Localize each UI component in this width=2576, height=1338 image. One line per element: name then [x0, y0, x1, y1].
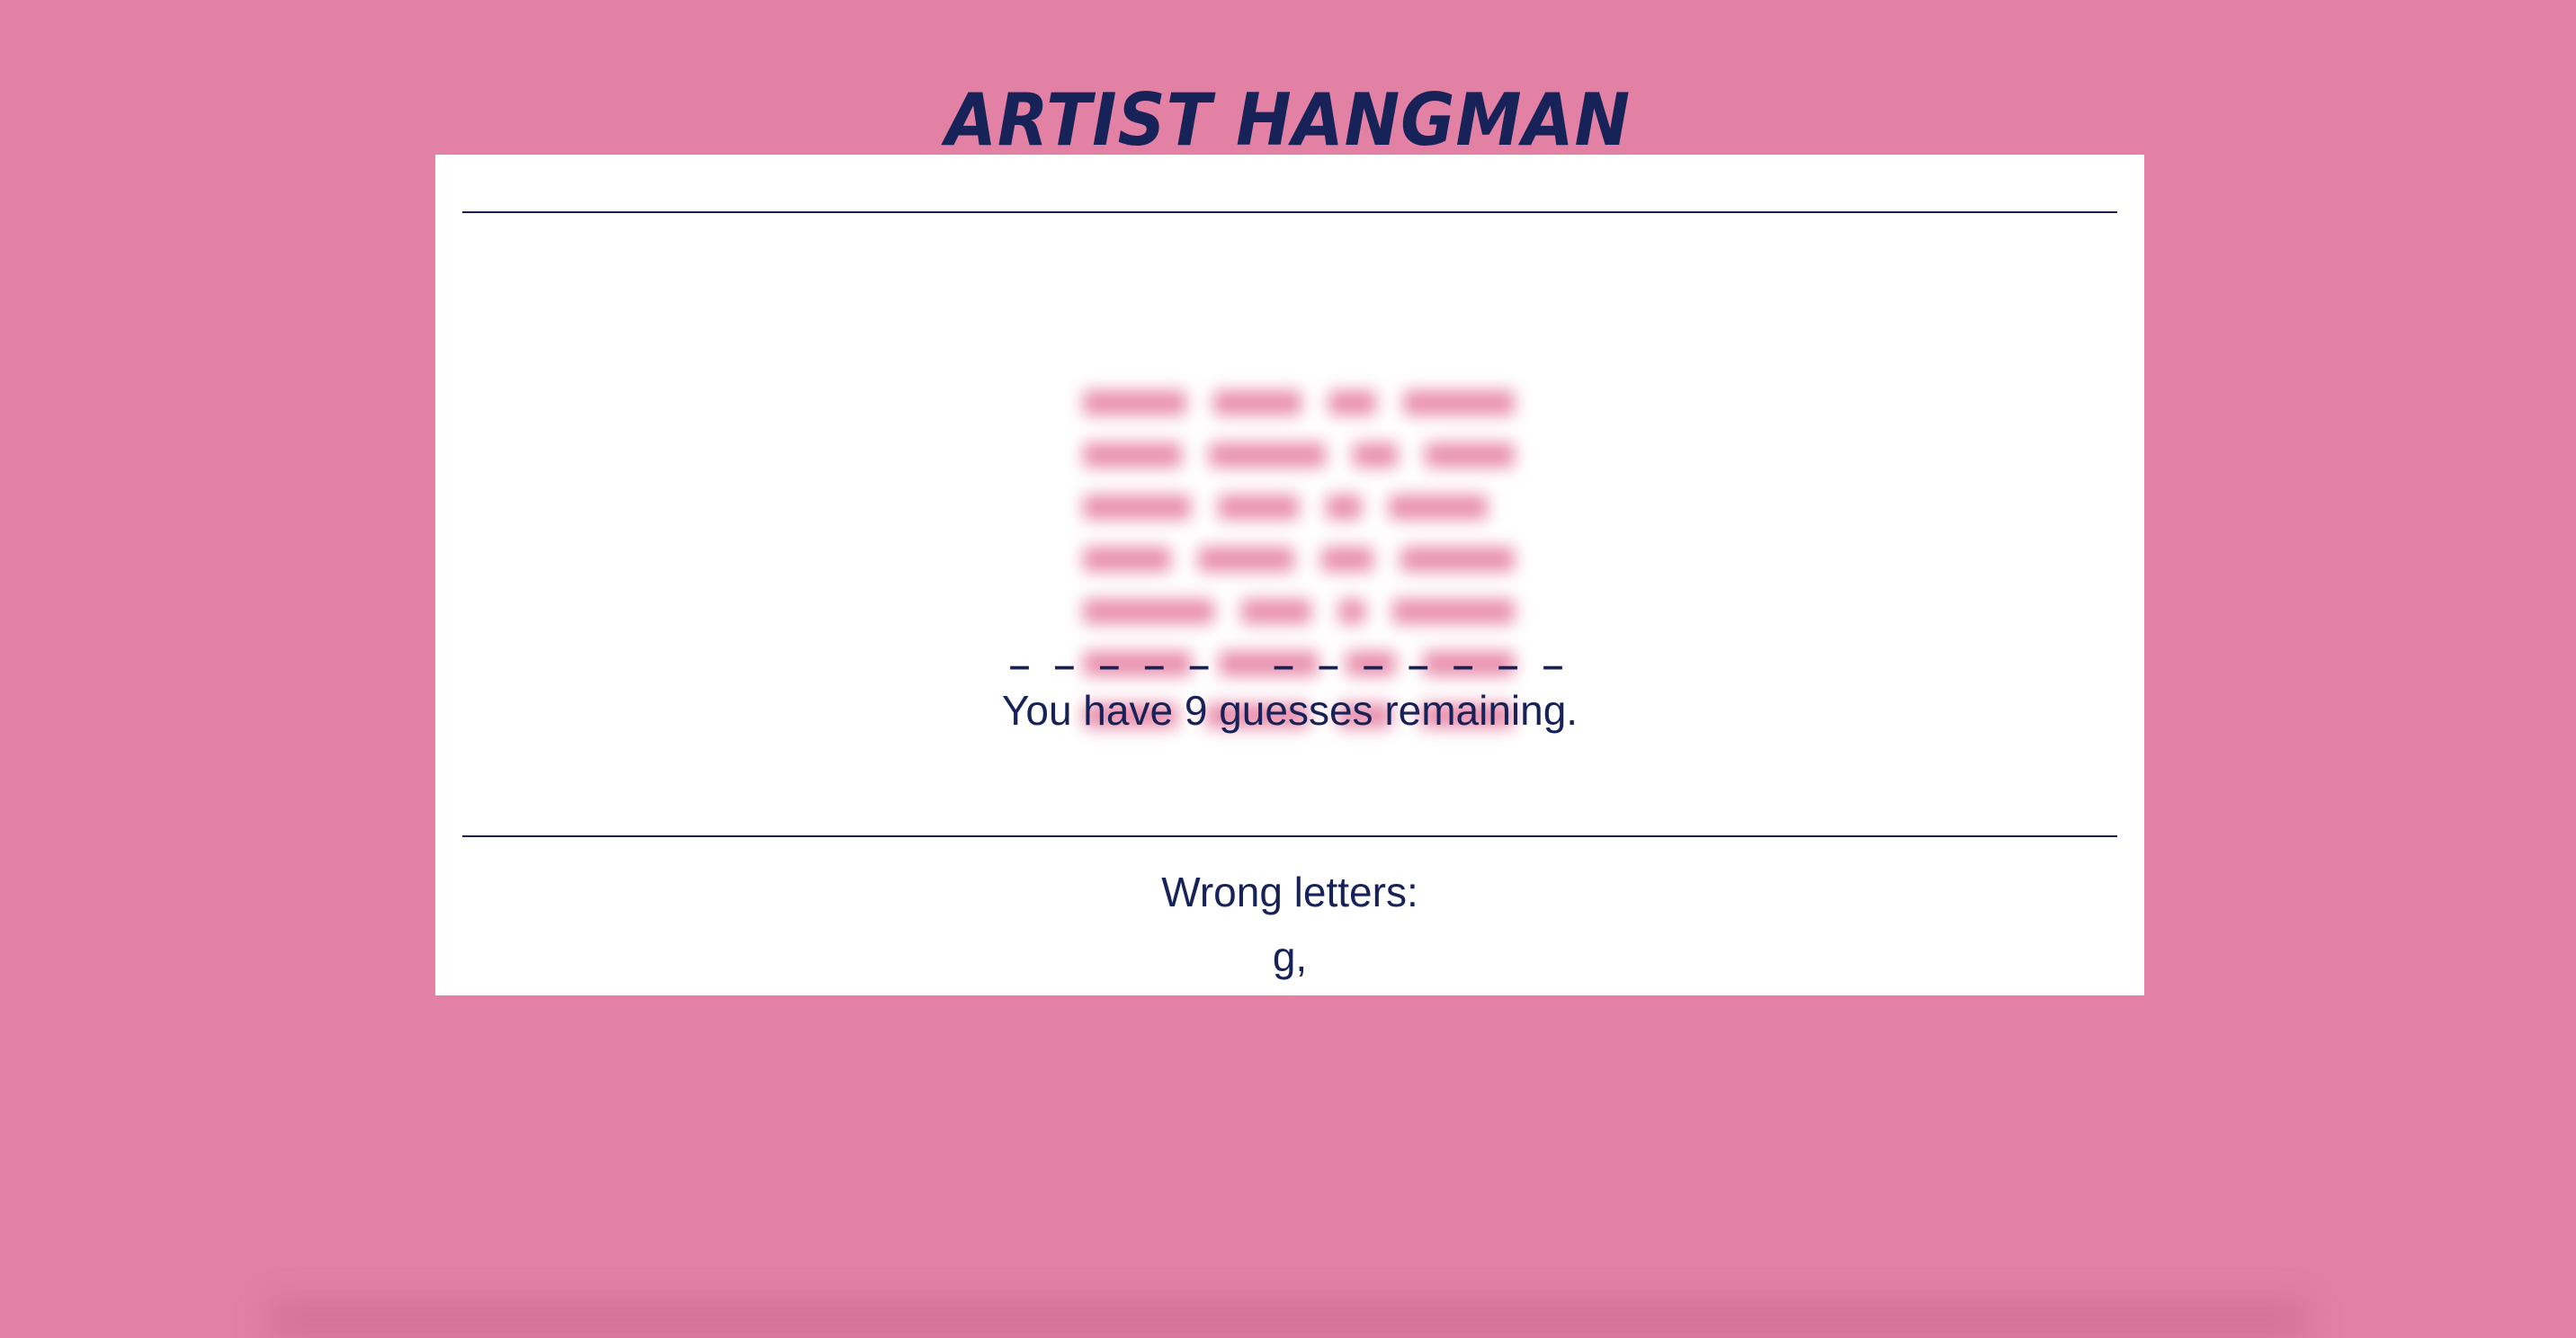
guesses-remaining-text: You have 9 guesses remaining.: [1001, 687, 1579, 734]
wrong-letters-list: g,: [1272, 933, 1308, 980]
page-title: ARTIST HANGMAN: [944, 77, 1631, 162]
game-card: _ _ _ _ _ _ _ _ _ _ _ _ You have 9 guess…: [435, 155, 2144, 995]
wrong-letters-label: Wrong letters:: [1161, 869, 1418, 915]
bottom-divider: [462, 835, 2117, 837]
masked-word: _ _ _ _ _ _ _ _ _ _ _ _: [1010, 629, 1570, 670]
top-divider: [462, 211, 2117, 213]
page-shadow: [270, 1302, 2306, 1338]
